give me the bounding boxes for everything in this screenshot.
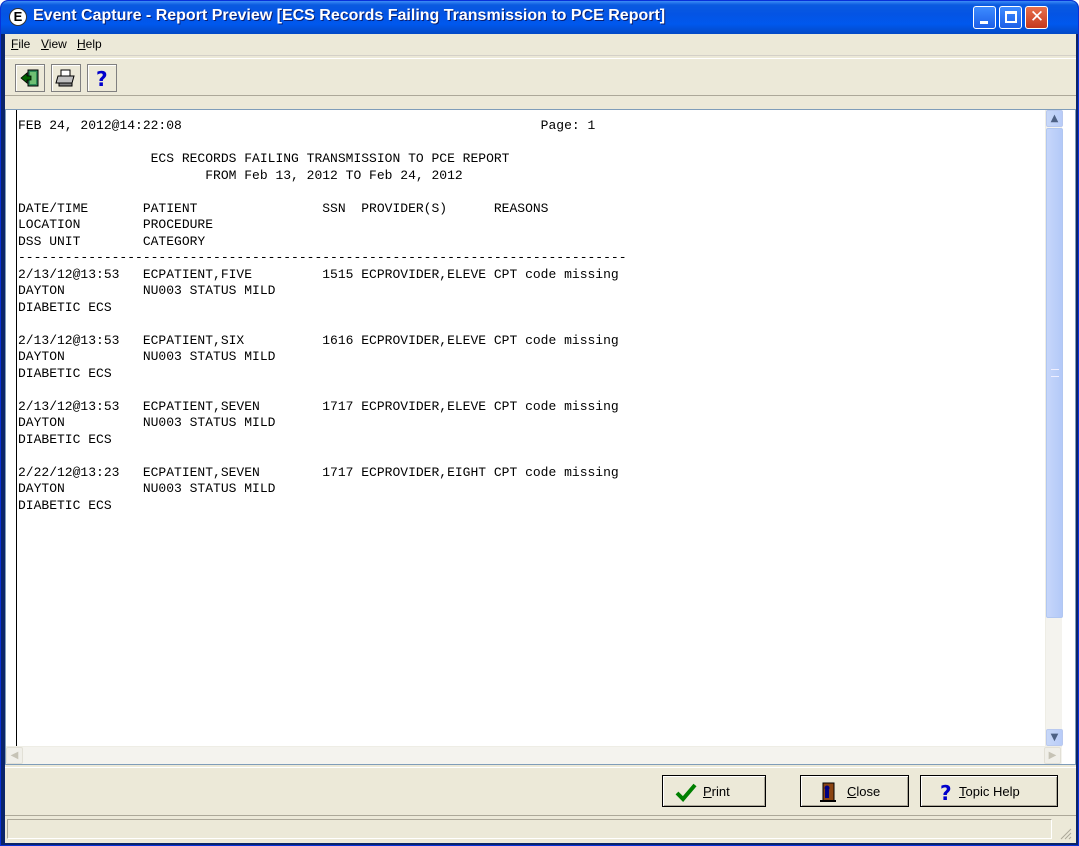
close-window-button[interactable]: ✕ xyxy=(1025,6,1048,29)
report-line xyxy=(18,184,1043,201)
chevron-right-icon: ▶ xyxy=(1048,750,1057,761)
report-line: ECS RECORDS FAILING TRANSMISSION TO PCE … xyxy=(18,151,510,166)
toolbar: ? xyxy=(5,58,1076,96)
close-label-rest: lose xyxy=(856,784,881,799)
report-line: DAYTON NU003 STATUS MILD xyxy=(18,283,276,298)
report-line: LOCATION PROCEDURE xyxy=(18,217,214,232)
report-preview[interactable]: FEB 24, 2012@14:22:08 Page: 1 ECS RECORD… xyxy=(5,109,1076,765)
report-line: DATE/TIME PATIENT SSN PROVIDER(S) REASON… xyxy=(18,200,549,216)
menu-view-label: iew xyxy=(48,37,67,51)
app-window: E Event Capture - Report Preview [ECS Re… xyxy=(0,0,1079,846)
print-mnemonic: P xyxy=(703,784,712,799)
topic-help-button[interactable]: ? Topic Help xyxy=(920,775,1058,807)
topic-help-label-rest: opic Help xyxy=(965,784,1020,799)
menu-view[interactable]: View xyxy=(41,37,67,51)
help-question-icon: ? xyxy=(940,781,952,803)
report-line xyxy=(18,382,1043,399)
report-line: 2/22/12@13:23 ECPATIENT,SEVEN 1717 ECPRO… xyxy=(18,464,619,480)
maximize-icon xyxy=(1005,11,1017,23)
client-area: File View Help ? FEB 24, 2012@14:22:08 P… xyxy=(5,34,1076,843)
chevron-left-icon: ◀ xyxy=(10,750,19,761)
report-text: FEB 24, 2012@14:22:08 Page: 1 ECS RECORD… xyxy=(18,118,1043,738)
door-exit-icon xyxy=(820,782,836,802)
help-question-icon: ? xyxy=(96,67,108,89)
thumb-grip xyxy=(1051,369,1059,377)
exit-button[interactable] xyxy=(15,64,45,92)
printer-icon xyxy=(55,69,75,87)
report-line: DSS UNIT CATEGORY xyxy=(18,233,206,249)
close-button[interactable]: Close xyxy=(800,775,909,807)
report-line: DAYTON NU003 STATUS MILD xyxy=(18,349,276,364)
menu-help[interactable]: Help xyxy=(77,37,102,51)
maximize-button[interactable] xyxy=(999,6,1022,29)
left-margin-rule xyxy=(16,110,17,746)
vertical-scroll-thumb[interactable] xyxy=(1046,128,1063,618)
checkmark-icon xyxy=(675,783,697,802)
status-bar xyxy=(5,815,1076,843)
chevron-up-icon: ▲ xyxy=(1050,113,1059,124)
svg-text:?: ? xyxy=(940,781,952,803)
report-line: FROM Feb 13, 2012 TO Feb 24, 2012 xyxy=(18,167,463,183)
scroll-right-button[interactable]: ▶ xyxy=(1044,747,1061,764)
report-line: ----------------------------------------… xyxy=(18,250,627,265)
close-button-label: Close xyxy=(847,784,880,799)
svg-text:?: ? xyxy=(96,67,108,89)
minimize-icon xyxy=(980,21,988,24)
scroll-up-button[interactable]: ▲ xyxy=(1046,110,1063,127)
window-title: Event Capture - Report Preview [ECS Reco… xyxy=(33,7,666,24)
button-panel: Print Close ? Topic Help xyxy=(5,767,1076,813)
scroll-left-button[interactable]: ◀ xyxy=(6,747,23,764)
menu-help-label: elp xyxy=(85,37,102,51)
report-line: DIABETIC ECS xyxy=(18,299,112,315)
vertical-scrollbar[interactable]: ▲ ▼ xyxy=(1045,110,1063,746)
report-line: DIABETIC ECS xyxy=(18,497,112,513)
report-line: 2/13/12@13:53 ECPATIENT,SIX 1616 ECPROVI… xyxy=(18,332,619,348)
menu-view-mnemonic: V xyxy=(41,37,49,51)
report-line xyxy=(18,135,1043,152)
title-bar[interactable]: E Event Capture - Report Preview [ECS Re… xyxy=(1,1,1078,34)
print-toolbar-button[interactable] xyxy=(51,64,81,92)
horizontal-scrollbar[interactable]: ◀ ▶ xyxy=(6,746,1062,764)
menu-help-mnemonic: H xyxy=(77,37,86,51)
report-line xyxy=(18,316,1043,333)
menu-bar: File View Help xyxy=(5,34,1076,56)
print-button-label: Print xyxy=(703,784,730,799)
report-line: 2/13/12@13:53 ECPATIENT,FIVE 1515 ECPROV… xyxy=(18,266,619,282)
exit-icon xyxy=(20,69,39,87)
topic-help-label: Topic Help xyxy=(959,784,1020,799)
scroll-down-button[interactable]: ▼ xyxy=(1046,729,1063,746)
help-toolbar-button[interactable]: ? xyxy=(87,64,117,92)
chevron-down-icon: ▼ xyxy=(1050,732,1059,743)
app-icon[interactable]: E xyxy=(9,8,27,26)
report-line: 2/13/12@13:53 ECPATIENT,SEVEN 1717 ECPRO… xyxy=(18,398,619,414)
menu-file[interactable]: File xyxy=(11,37,30,51)
minimize-button[interactable] xyxy=(973,6,996,29)
close-mnemonic: C xyxy=(847,784,857,799)
status-panel xyxy=(7,819,1052,839)
report-line: DIABETIC ECS xyxy=(18,365,112,381)
report-line: DAYTON NU003 STATUS MILD xyxy=(18,415,276,430)
print-label-rest: rint xyxy=(711,784,730,799)
menu-file-label: ile xyxy=(18,37,31,51)
resize-grip-icon[interactable] xyxy=(1058,826,1072,840)
report-line: FEB 24, 2012@14:22:08 Page: 1 xyxy=(18,118,596,133)
report-line: DIABETIC ECS xyxy=(18,431,112,447)
report-line: DAYTON NU003 STATUS MILD xyxy=(18,481,276,496)
report-line xyxy=(18,448,1043,465)
close-icon: ✕ xyxy=(1029,7,1045,27)
print-button[interactable]: Print xyxy=(662,775,766,807)
